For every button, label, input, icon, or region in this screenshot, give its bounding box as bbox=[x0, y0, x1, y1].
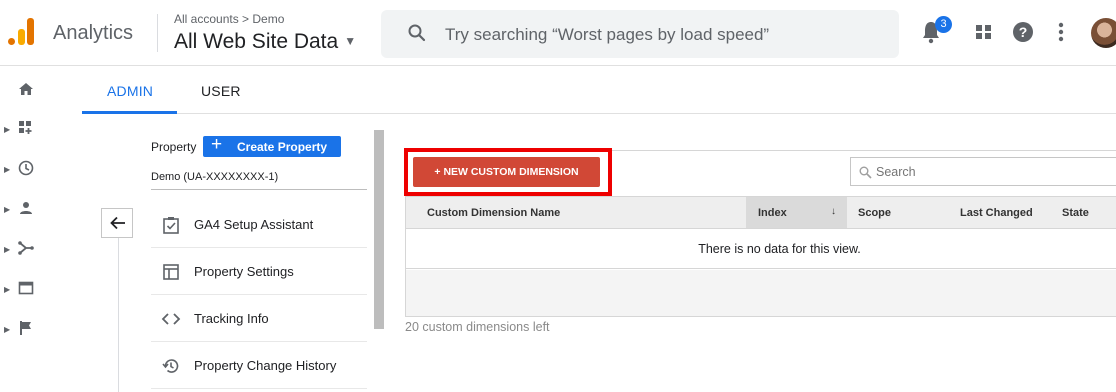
create-property-button[interactable]: + Create Property bbox=[203, 134, 341, 157]
new-custom-dimension-button[interactable]: + NEW CUSTOM DIMENSION bbox=[413, 157, 600, 187]
help-icon[interactable]: ? bbox=[1013, 22, 1033, 42]
search-bar[interactable]: Try searching “Worst pages by load speed… bbox=[381, 10, 899, 58]
search-icon bbox=[408, 24, 426, 42]
tab-user[interactable]: USER bbox=[201, 83, 241, 99]
acquisition-icon bbox=[18, 241, 34, 255]
property-label: Property bbox=[151, 140, 197, 154]
admin-user-tabs: ADMIN USER bbox=[82, 66, 1116, 114]
layout-icon bbox=[163, 264, 179, 280]
column-header-last-changed[interactable]: Last Changed bbox=[960, 207, 1033, 219]
analytics-logo[interactable] bbox=[7, 17, 35, 47]
header-divider bbox=[157, 14, 158, 52]
active-tab-indicator bbox=[82, 111, 177, 114]
property-column-scrollbar[interactable] bbox=[374, 130, 384, 329]
menu-item-property-change-history[interactable]: Property Change History bbox=[151, 343, 367, 389]
search-icon bbox=[859, 166, 872, 179]
audience-person-icon bbox=[20, 202, 32, 214]
dropdown-caret-icon: ▼ bbox=[344, 34, 357, 48]
back-button[interactable] bbox=[101, 208, 133, 238]
view-selector-label: All Web Site Data bbox=[174, 30, 339, 53]
more-options-icon[interactable] bbox=[1058, 22, 1064, 42]
rail-audience[interactable]: ▶ bbox=[0, 200, 40, 220]
column-header-name[interactable]: Custom Dimension Name bbox=[427, 207, 560, 219]
view-selector[interactable]: All Web Site Data ▼ bbox=[174, 30, 356, 54]
expand-arrow-icon: ▶ bbox=[4, 125, 11, 134]
behavior-window-icon bbox=[18, 281, 34, 295]
apps-grid-icon[interactable] bbox=[975, 24, 993, 40]
remaining-dimensions-count: 20 custom dimensions left bbox=[405, 320, 550, 334]
sort-descending-icon[interactable]: ↓ bbox=[831, 206, 836, 217]
rail-acquisition[interactable]: ▶ bbox=[0, 240, 40, 260]
expand-arrow-icon: ▶ bbox=[4, 325, 11, 334]
table-search-input[interactable]: Search bbox=[850, 157, 1116, 186]
app-name: Analytics bbox=[53, 22, 134, 44]
rail-home[interactable] bbox=[0, 80, 40, 100]
tab-admin[interactable]: ADMIN bbox=[107, 83, 153, 99]
search-placeholder: Search bbox=[876, 165, 916, 179]
account-avatar[interactable] bbox=[1091, 18, 1116, 48]
menu-item-label: GA4 Setup Assistant bbox=[194, 217, 314, 232]
top-bar: Analytics All accounts > Demo All Web Si… bbox=[0, 0, 1116, 66]
expand-arrow-icon: ▶ bbox=[4, 165, 11, 174]
menu-item-tracking-info[interactable]: Tracking Info bbox=[151, 296, 367, 342]
table-footer bbox=[406, 270, 1116, 316]
rail-conversions[interactable]: ▶ bbox=[0, 320, 40, 340]
realtime-clock-icon bbox=[18, 160, 34, 176]
menu-item-ga4-setup-assistant[interactable]: GA4 Setup Assistant bbox=[151, 202, 367, 248]
code-icon bbox=[161, 313, 181, 325]
rail-customization[interactable]: ▶ bbox=[0, 120, 40, 140]
menu-item-label: Tracking Info bbox=[194, 311, 269, 326]
column-header-index[interactable]: Index bbox=[758, 207, 787, 219]
expand-arrow-icon: ▶ bbox=[4, 285, 11, 294]
expand-arrow-icon: ▶ bbox=[4, 245, 11, 254]
property-selector-underline bbox=[151, 189, 367, 190]
menu-item-label: Property Settings bbox=[194, 264, 294, 279]
search-placeholder: Try searching “Worst pages by load speed… bbox=[445, 25, 770, 44]
plus-icon: + bbox=[211, 134, 223, 155]
empty-table-message: There is no data for this view. bbox=[406, 230, 1116, 269]
checkbox-icon bbox=[163, 217, 179, 234]
history-icon bbox=[162, 359, 179, 373]
customization-icon bbox=[19, 121, 32, 134]
rail-realtime[interactable]: ▶ bbox=[0, 160, 40, 180]
property-selector[interactable]: Demo (UA-XXXXXXXX-1) bbox=[151, 171, 278, 183]
expand-arrow-icon: ▶ bbox=[4, 205, 11, 214]
home-icon bbox=[19, 83, 33, 95]
conversions-flag-icon bbox=[20, 321, 31, 335]
create-property-label: Create Property bbox=[237, 140, 328, 154]
menu-item-label: Property Change History bbox=[194, 358, 337, 373]
notification-count-badge: 3 bbox=[935, 16, 952, 33]
column-header-state[interactable]: State bbox=[1062, 207, 1089, 219]
arrow-left-icon bbox=[110, 216, 125, 230]
rail-behavior[interactable]: ▶ bbox=[0, 280, 40, 300]
column-divider bbox=[118, 236, 119, 392]
table-header: Custom Dimension Name Index ↓ Scope Last… bbox=[406, 196, 1116, 229]
breadcrumb[interactable]: All accounts > Demo bbox=[174, 12, 284, 26]
column-header-scope[interactable]: Scope bbox=[858, 207, 891, 219]
menu-item-property-settings[interactable]: Property Settings bbox=[151, 249, 367, 295]
